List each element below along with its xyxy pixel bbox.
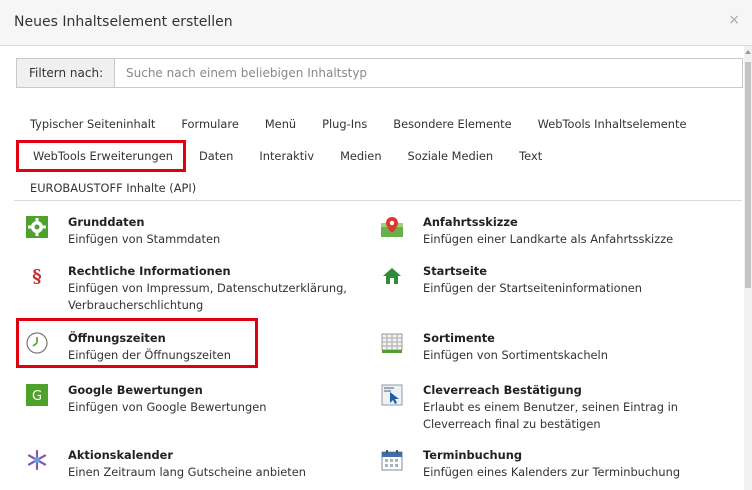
tab-typischer-seiteninhalt[interactable]: Typischer Seiteninhalt — [16, 117, 168, 131]
paragraph-icon: § — [24, 263, 50, 289]
item-description: Einfügen von Google Bewertungen — [68, 400, 267, 414]
new-content-element-dialog: Neues Inhaltselement erstellen × Filtern… — [0, 0, 752, 490]
filter-search-input[interactable] — [115, 59, 742, 87]
item-description: Einen Zeitraum lang Gutscheine anbieten — [68, 465, 306, 479]
cursor-click-icon — [379, 382, 405, 408]
tab-text[interactable]: Text — [506, 149, 555, 163]
dialog-title: Neues Inhaltselement erstellen — [14, 14, 233, 30]
scrollbar-thumb[interactable] — [745, 62, 751, 288]
gear-icon — [24, 214, 50, 240]
grid-icon — [379, 330, 405, 356]
close-button[interactable]: × — [728, 12, 740, 28]
tab-webtools-inhaltselemente[interactable]: WebTools Inhaltselemente — [525, 117, 700, 131]
scroll-up-arrow-icon[interactable] — [745, 50, 751, 54]
item-title: Rechtliche Informationen — [68, 264, 231, 278]
tab-soziale-medien[interactable]: Soziale Medien — [395, 149, 507, 163]
tab-menue[interactable]: Menü — [252, 117, 309, 131]
tab-interaktiv[interactable]: Interaktiv — [246, 149, 327, 163]
item-description: Einfügen eines Kalenders zur Terminbuchu… — [423, 465, 681, 479]
item-title: Google Bewertungen — [68, 383, 203, 397]
tab-besondere-elemente[interactable]: Besondere Elemente — [380, 117, 524, 131]
item-description: Einfügen von Stammdaten — [68, 232, 221, 246]
category-tabs: Typischer Seiteninhalt Formulare Menü Pl… — [16, 108, 738, 204]
tab-eurobaustoff-inhalte[interactable]: EUROBAUSTOFF Inhalte (API) — [16, 181, 209, 195]
item-description-line-2: Cleverreach final zu bestätigen — [423, 417, 601, 431]
item-title: Aktionskalender — [68, 448, 173, 462]
map-pin-icon — [379, 214, 405, 240]
item-title: Terminbuchung — [423, 448, 522, 462]
divider — [14, 200, 742, 201]
item-description-line-2: Verbraucherschlichtung — [68, 298, 204, 312]
content-item-sortimente[interactable]: Sortimente Einfügen von Sortimentskachel… — [379, 330, 608, 364]
tab-row-2: WebTools Erweiterungen Daten Interaktiv … — [16, 140, 738, 172]
content-item-anfahrtsskizze[interactable]: Anfahrtsskizze Einfügen einer Landkarte … — [379, 214, 673, 248]
tab-daten[interactable]: Daten — [186, 149, 246, 163]
content-item-aktionskalender[interactable]: Aktionskalender Einen Zeitraum lang Guts… — [24, 447, 306, 481]
item-description-line-1: Erlaubt es einem Benutzer, seinen Eintra… — [423, 400, 678, 414]
home-icon — [379, 263, 405, 289]
google-icon: G — [24, 382, 50, 408]
item-description-line-1: Einfügen von Impressum, Datenschutzerklä… — [68, 281, 347, 295]
dialog-header: Neues Inhaltselement erstellen × — [0, 0, 752, 46]
item-description: Einfügen der Startseiteninformationen — [423, 281, 643, 295]
item-description: Einfügen von Sortimentskacheln — [423, 348, 608, 362]
tab-formulare[interactable]: Formulare — [168, 117, 252, 131]
tab-plug-ins[interactable]: Plug-Ins — [309, 117, 380, 131]
filter-label: Filtern nach: — [17, 59, 115, 87]
item-title: Sortimente — [423, 331, 495, 345]
item-title: Anfahrtsskizze — [423, 215, 518, 229]
item-title: Grunddaten — [68, 215, 145, 229]
content-item-cleverreach-bestaetigung[interactable]: Cleverreach Bestätigung Erlaubt es einem… — [379, 382, 678, 433]
tab-medien[interactable]: Medien — [327, 149, 394, 163]
filter-bar: Filtern nach: — [16, 58, 743, 88]
content-item-terminbuchung[interactable]: Terminbuchung Einfügen eines Kalenders z… — [379, 447, 680, 481]
snowflake-icon — [24, 447, 50, 473]
content-item-rechtliche-informationen[interactable]: § Rechtliche Informationen Einfügen von … — [24, 263, 347, 314]
calendar-icon — [379, 447, 405, 473]
item-title: Startseite — [423, 264, 487, 278]
content-item-startseite[interactable]: Startseite Einfügen der Startseiteninfor… — [379, 263, 642, 297]
item-description: Einfügen einer Landkarte als Anfahrtsski… — [423, 232, 674, 246]
svg-text:§: § — [32, 266, 41, 287]
tab-webtools-erweiterungen[interactable]: WebTools Erweiterungen — [16, 140, 186, 172]
svg-text:G: G — [32, 389, 42, 404]
highlight-box — [16, 318, 258, 368]
tab-row-1: Typischer Seiteninhalt Formulare Menü Pl… — [16, 108, 738, 140]
item-title: Cleverreach Bestätigung — [423, 383, 582, 397]
content-item-google-bewertungen[interactable]: G Google Bewertungen Einfügen von Google… — [24, 382, 266, 416]
content-item-grunddaten[interactable]: Grunddaten Einfügen von Stammdaten — [24, 214, 220, 248]
